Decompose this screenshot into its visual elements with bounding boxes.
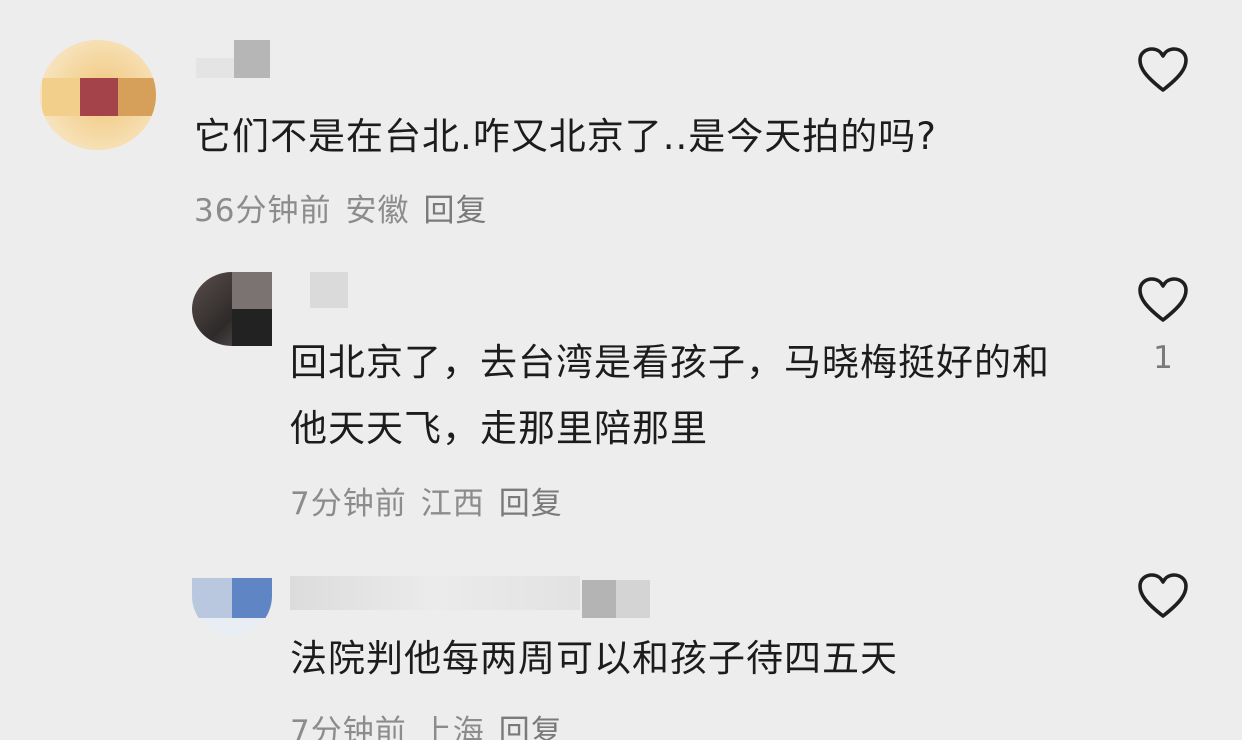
- avatar[interactable]: [192, 272, 272, 346]
- like-button[interactable]: [1136, 46, 1190, 94]
- username-blurred[interactable]: [196, 40, 276, 80]
- like-button[interactable]: [1136, 276, 1190, 324]
- reply-item: 法院判他每两周可以和孩子待四五天 7分钟前 上海 回复: [0, 540, 1242, 740]
- comment-text: 它们不是在台北.咋又北京了..是今天拍的吗?: [194, 115, 937, 158]
- comment-time: 7分钟前: [290, 714, 407, 740]
- comment-location: 上海: [420, 714, 485, 740]
- comment-meta: 7分钟前 上海 回复: [290, 706, 577, 740]
- username-blurred[interactable]: [310, 272, 350, 312]
- avatar[interactable]: [192, 578, 272, 636]
- heart-outline-icon: [1138, 277, 1188, 322]
- comment-location: 安徽: [345, 193, 410, 229]
- comment-text: 回北京了，去台湾是看孩子，马晓梅挺好的和他天天飞，走那里陪那里: [290, 341, 1050, 450]
- reply-button[interactable]: 回复: [423, 193, 487, 229]
- comment-text: 法院判他每两周可以和孩子待四五天: [290, 637, 898, 680]
- like-button[interactable]: [1136, 572, 1190, 620]
- comment-item: 它们不是在台北.咋又北京了..是今天拍的吗? 36分钟前 安徽 回复: [0, 0, 1242, 240]
- comment-location: 江西: [420, 486, 485, 522]
- heart-outline-icon: [1138, 47, 1188, 92]
- comment-meta: 7分钟前 江西 回复: [290, 478, 577, 523]
- comment-thread: 它们不是在台北.咋又北京了..是今天拍的吗? 36分钟前 安徽 回复 回北京了，去台…: [0, 0, 1242, 740]
- comment-meta: 36分钟前 安徽 回复: [194, 185, 501, 230]
- comment-time: 36分钟前: [194, 193, 332, 229]
- reply-button[interactable]: 回复: [499, 486, 563, 522]
- avatar[interactable]: [40, 40, 156, 150]
- like-count: 1: [1153, 340, 1173, 376]
- heart-outline-icon: [1138, 573, 1188, 618]
- username-blurred[interactable]: [290, 570, 690, 618]
- comment-time: 7分钟前: [290, 486, 407, 522]
- reply-button[interactable]: 回复: [499, 714, 563, 740]
- reply-item: 回北京了，去台湾是看孩子，马晓梅挺好的和他天天飞，走那里陪那里 7分钟前 江西 回复…: [0, 240, 1242, 540]
